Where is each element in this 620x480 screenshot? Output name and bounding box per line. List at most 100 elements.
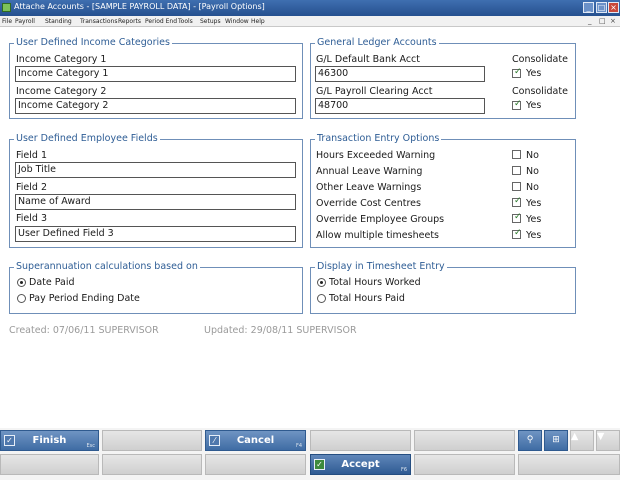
- minimize-button[interactable]: _: [583, 2, 594, 13]
- option-value: Yes: [526, 198, 542, 209]
- field-1-label: Field 1: [16, 150, 47, 161]
- grid-search-icon: ⊞: [552, 435, 560, 445]
- app-logo-icon: [2, 3, 11, 12]
- finish-shortcut: Esc: [86, 443, 95, 449]
- gl-clearing-input[interactable]: 48700: [315, 98, 485, 114]
- timesheet-display-group: Display in Timesheet Entry: [310, 261, 576, 314]
- consolidate-label-1: Consolidate: [512, 54, 568, 65]
- menu-bar: File Payroll Standing Transactions Repor…: [0, 16, 620, 27]
- total-hours-worked-label: Total Hours Worked: [329, 277, 421, 288]
- empty-function-button[interactable]: [414, 430, 515, 451]
- empty-function-button[interactable]: [414, 454, 515, 475]
- menu-file[interactable]: File: [2, 18, 12, 25]
- gl-bank-label: G/L Default Bank Acct: [316, 54, 420, 65]
- empty-function-button[interactable]: [310, 430, 411, 451]
- check-icon: ✓: [514, 196, 522, 206]
- field-2-label: Field 2: [16, 182, 47, 193]
- updated-info: Updated: 29/08/11 SUPERVISOR: [204, 325, 357, 336]
- menu-setups[interactable]: Setups: [200, 18, 221, 25]
- close-button[interactable]: ×: [608, 2, 619, 13]
- option-label: Allow multiple timesheets: [316, 230, 439, 241]
- scroll-down-button[interactable]: ▼: [596, 430, 620, 451]
- accept-shortcut: F6: [400, 467, 407, 473]
- child-close-button[interactable]: ×: [610, 17, 616, 25]
- menu-help[interactable]: Help: [251, 18, 265, 25]
- accept-label: Accept: [341, 459, 380, 470]
- override-cost-centres-checkbox[interactable]: ✓: [512, 196, 522, 207]
- menu-transactions[interactable]: Transactions: [80, 18, 117, 25]
- date-paid-radio[interactable]: [17, 278, 26, 287]
- check-icon: ✓: [514, 99, 522, 109]
- gl-clearing-label: G/L Payroll Clearing Acct: [316, 86, 433, 97]
- check-icon: ✓: [514, 212, 522, 222]
- cancel-label: Cancel: [236, 435, 275, 446]
- gl-bank-input[interactable]: 46300: [315, 66, 485, 82]
- down-arrow-icon: ▼: [597, 431, 605, 442]
- menu-reports[interactable]: Reports: [118, 18, 141, 25]
- menu-payroll[interactable]: Payroll: [15, 18, 35, 25]
- transaction-options-legend: Transaction Entry Options: [315, 133, 442, 144]
- accept-button[interactable]: ✓ Accept F6: [310, 454, 411, 475]
- superannuation-legend: Superannuation calculations based on: [14, 261, 200, 272]
- income-category-2-label: Income Category 2: [16, 86, 107, 97]
- gl-accounts-legend: General Ledger Accounts: [315, 37, 439, 48]
- check-icon: ✓: [514, 67, 522, 77]
- option-label: Annual Leave Warning: [316, 166, 423, 177]
- search-button[interactable]: ⊞: [544, 430, 568, 451]
- finish-label: Finish: [32, 435, 67, 446]
- hours-exceeded-checkbox[interactable]: [512, 150, 521, 159]
- created-info: Created: 07/06/11 SUPERVISOR: [9, 325, 159, 336]
- bank-consolidate-value: Yes: [526, 68, 542, 79]
- empty-function-button[interactable]: [102, 454, 202, 475]
- scroll-up-button[interactable]: ▲: [570, 430, 594, 451]
- menu-standing[interactable]: Standing: [45, 18, 72, 25]
- multiple-timesheets-checkbox[interactable]: ✓: [512, 228, 522, 239]
- override-employee-groups-checkbox[interactable]: ✓: [512, 212, 522, 223]
- maximize-button[interactable]: □: [596, 2, 607, 13]
- total-hours-paid-label: Total Hours Paid: [329, 293, 405, 304]
- annual-leave-checkbox[interactable]: [512, 166, 521, 175]
- child-minimize-button[interactable]: _: [588, 17, 592, 25]
- superannuation-group: Superannuation calculations based on: [9, 261, 303, 314]
- income-category-2-input[interactable]: Income Category 2: [15, 98, 296, 114]
- field-3-input[interactable]: User Defined Field 3: [15, 226, 296, 242]
- pay-period-ending-label: Pay Period Ending Date: [29, 293, 140, 304]
- income-category-1-label: Income Category 1: [16, 54, 107, 65]
- option-label: Hours Exceeded Warning: [316, 150, 436, 161]
- option-value: Yes: [526, 230, 542, 241]
- empty-function-button[interactable]: [102, 430, 202, 451]
- menu-tools[interactable]: Tools: [178, 18, 193, 25]
- option-label: Other Leave Warnings: [316, 182, 422, 193]
- menu-window[interactable]: Window: [225, 18, 249, 25]
- total-hours-paid-radio[interactable]: [317, 294, 326, 303]
- option-value: No: [526, 150, 539, 161]
- empty-function-button[interactable]: [205, 454, 306, 475]
- bank-consolidate-checkbox[interactable]: ✓: [512, 67, 522, 78]
- empty-function-button[interactable]: [0, 454, 99, 475]
- income-category-1-input[interactable]: Income Category 1: [15, 66, 296, 82]
- other-leave-checkbox[interactable]: [512, 182, 521, 191]
- clearing-consolidate-value: Yes: [526, 100, 542, 111]
- total-hours-worked-radio[interactable]: [317, 278, 326, 287]
- child-restore-button[interactable]: □: [599, 17, 606, 25]
- cancel-button[interactable]: ⁄ Cancel F4: [205, 430, 306, 451]
- field-3-label: Field 3: [16, 213, 47, 224]
- lookup-button[interactable]: ⚲: [518, 430, 542, 451]
- option-label: Override Employee Groups: [316, 214, 445, 225]
- menu-period-end[interactable]: Period End: [145, 18, 177, 25]
- consolidate-label-2: Consolidate: [512, 86, 568, 97]
- field-2-input[interactable]: Name of Award: [15, 194, 296, 210]
- binoculars-icon: ⚲: [526, 435, 534, 445]
- option-value: No: [526, 166, 539, 177]
- pay-period-ending-radio[interactable]: [17, 294, 26, 303]
- option-label: Override Cost Centres: [316, 198, 421, 209]
- finish-button[interactable]: ✓ Finish Esc: [0, 430, 99, 451]
- window-titlebar: Attache Accounts - [SAMPLE PAYROLL DATA]…: [0, 0, 620, 16]
- check-icon: ✓: [514, 228, 522, 238]
- empty-function-button[interactable]: [518, 454, 620, 475]
- employee-fields-legend: User Defined Employee Fields: [14, 133, 160, 144]
- field-1-input[interactable]: Job Title: [15, 162, 296, 178]
- cancel-shortcut: F4: [295, 443, 302, 449]
- timesheet-display-legend: Display in Timesheet Entry: [315, 261, 447, 272]
- clearing-consolidate-checkbox[interactable]: ✓: [512, 99, 522, 110]
